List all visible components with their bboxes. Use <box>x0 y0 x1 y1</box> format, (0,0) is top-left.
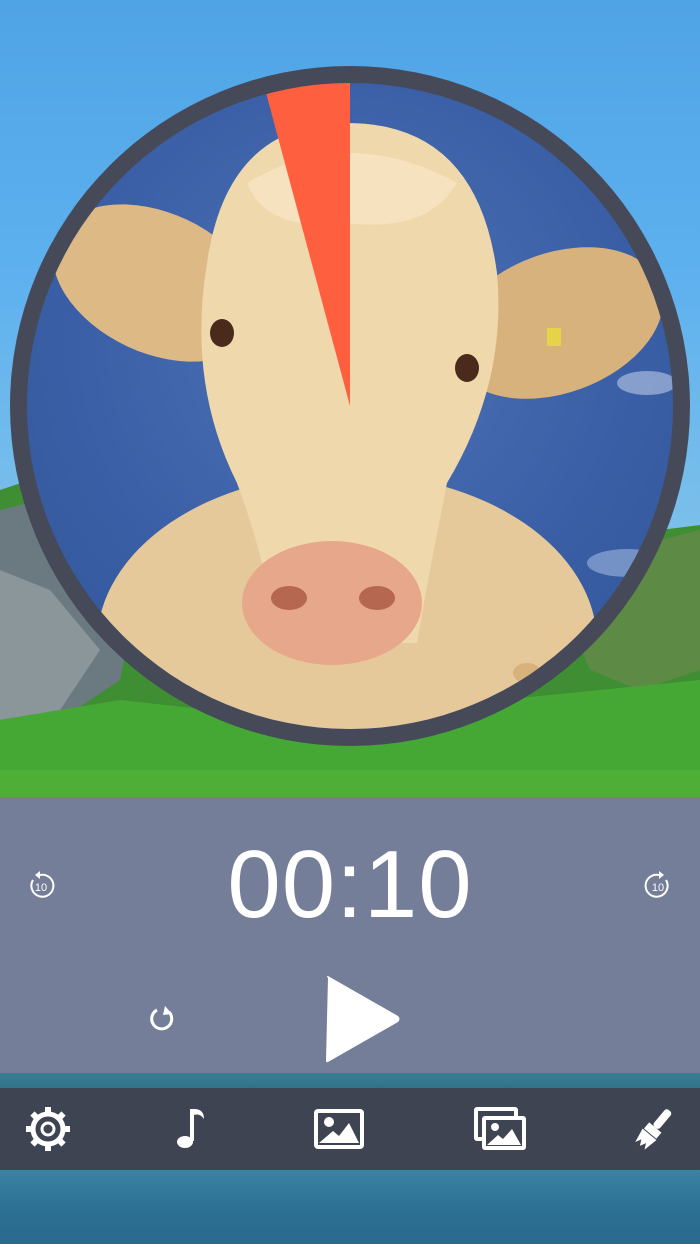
music-note-icon <box>177 1109 204 1148</box>
theme-button[interactable] <box>624 1103 684 1155</box>
skip-back-icon: 10 <box>30 871 55 898</box>
background-water-lower <box>0 1168 700 1244</box>
skip-forward-icon: 10 <box>644 871 669 898</box>
paintbrush-icon <box>635 1109 672 1150</box>
settings-button[interactable] <box>18 1103 78 1155</box>
reset-button[interactable] <box>147 1004 177 1034</box>
gallery-icon <box>474 1107 526 1150</box>
play-icon <box>326 976 400 1063</box>
photo-button[interactable] <box>309 1103 369 1155</box>
skip-forward-10-button[interactable]: 10 <box>643 871 673 901</box>
cow-illustration <box>53 83 673 729</box>
image-icon <box>314 1109 364 1149</box>
gallery-button[interactable] <box>470 1103 530 1155</box>
music-button[interactable] <box>160 1103 220 1155</box>
timer-dial <box>10 66 690 746</box>
svg-text:10: 10 <box>652 882 664 894</box>
dial-photo <box>27 83 673 729</box>
timer-display: 00:10 <box>227 831 473 938</box>
reset-icon <box>150 1006 174 1031</box>
svg-text:10: 10 <box>35 882 47 894</box>
gear-icon <box>26 1107 70 1151</box>
skip-back-10-button[interactable]: 10 <box>26 871 56 901</box>
play-button[interactable] <box>322 974 402 1064</box>
